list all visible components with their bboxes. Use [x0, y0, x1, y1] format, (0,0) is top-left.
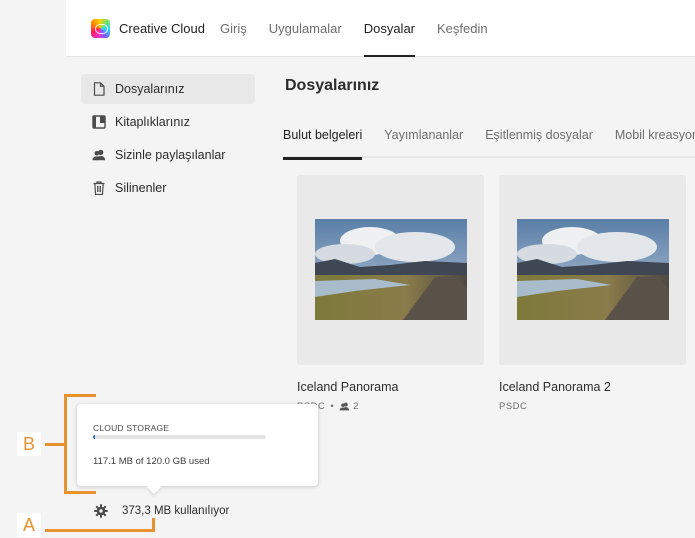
callout-a-leader — [45, 529, 155, 532]
file-name[interactable]: Iceland Panorama — [297, 380, 398, 394]
brand[interactable]: Creative Cloud — [91, 19, 205, 38]
users-icon — [92, 148, 106, 162]
tab-cloud-documents[interactable]: Bulut belgeleri — [283, 116, 363, 160]
tab-published[interactable]: Yayımlananlar — [384, 116, 463, 158]
main-nav: Giriş Uygulamalar Dosyalar Keşfedin — [220, 0, 510, 57]
top-bar: Creative Cloud Giriş Uygulamalar Dosyala… — [66, 0, 695, 57]
file-card[interactable] — [499, 175, 686, 365]
sidebar-item-deleted[interactable]: Silinenler — [81, 173, 255, 203]
callout-b-label: B — [17, 432, 41, 456]
sidebar: Dosyalarınız Kitaplıklarınız Sizinle pay… — [81, 74, 255, 206]
storage-used-text: 117.1 MB of 120.0 GB used — [93, 456, 210, 467]
sidebar-item-label: Dosyalarınız — [115, 82, 185, 96]
file-name[interactable]: Iceland Panorama 2 — [499, 380, 611, 394]
file-card[interactable] — [297, 175, 484, 365]
callout-b-leader — [45, 443, 65, 446]
storage-usage-button[interactable]: 373,3 MB kullanılıyor — [94, 504, 229, 518]
callout-a-tick — [152, 518, 155, 532]
sidebar-item-label: Sizinle paylaşılanlar — [115, 148, 226, 162]
document-icon — [92, 82, 106, 96]
sidebar-item-shared-with-you[interactable]: Sizinle paylaşılanlar — [81, 140, 255, 170]
file-meta: PSDC — [499, 401, 527, 412]
storage-usage-label: 373,3 MB kullanılıyor — [122, 505, 230, 517]
gear-icon — [94, 504, 108, 518]
sidebar-item-your-files[interactable]: Dosyalarınız — [81, 74, 255, 104]
sidebar-item-label: Kitaplıklarınız — [115, 115, 191, 129]
shared-count: 2 — [353, 401, 360, 412]
cloud-storage-popover: CLOUD STORAGE 117.1 MB of 120.0 GB used — [77, 404, 318, 486]
storage-heading: CLOUD STORAGE — [93, 423, 170, 433]
users-icon — [339, 402, 350, 411]
creative-cloud-logo-icon — [91, 19, 110, 38]
nav-apps[interactable]: Uygulamalar — [269, 0, 342, 57]
app-name: Creative Cloud — [119, 21, 205, 36]
file-type: PSDC — [499, 401, 528, 412]
meta-separator: • — [330, 401, 335, 412]
storage-progress-fill — [93, 435, 96, 439]
storage-progress-bar — [93, 435, 266, 439]
file-thumbnail — [517, 219, 669, 320]
callout-b-bracket-top — [64, 394, 96, 397]
callout-b-bracket-bottom — [64, 491, 96, 494]
callout-a-label: A — [17, 513, 41, 537]
file-thumbnail — [315, 219, 467, 320]
page-title: Dosyalarınız — [285, 77, 380, 94]
nav-files[interactable]: Dosyalar — [363, 0, 416, 57]
trash-icon — [92, 181, 106, 195]
nav-home[interactable]: Giriş — [220, 0, 247, 57]
file-tabs: Bulut belgeleri Yayımlananlar Eşitlenmiş… — [283, 116, 695, 160]
library-icon — [92, 115, 106, 129]
tab-synced-files[interactable]: Eşitlenmiş dosyalar — [485, 116, 593, 158]
sidebar-item-label: Silinenler — [115, 181, 167, 195]
tab-mobile-creations[interactable]: Mobil kreasyonlar — [615, 116, 695, 158]
nav-discover[interactable]: Keşfedin — [437, 0, 488, 57]
sidebar-item-libraries[interactable]: Kitaplıklarınız — [81, 107, 255, 137]
